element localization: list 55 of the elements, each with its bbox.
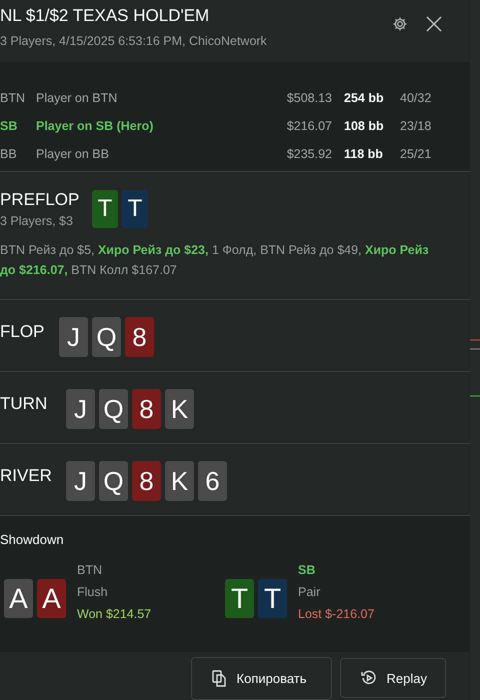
playing-card: J: [66, 389, 95, 429]
copy-button[interactable]: Копировать: [190, 657, 332, 700]
hand-result: Lost $-216.07: [298, 607, 374, 621]
replay-icon: [360, 670, 377, 686]
action-log: BTN Рейз до $5, Хиро Рейз до $23, 1 Фолд, BTN Рейз до $49, Хиро Рейз до $216.07, BTN Колл $167.07: [0, 242, 430, 279]
playing-card: 8: [125, 317, 154, 357]
playing-card: Q: [99, 389, 128, 429]
player-stack: $216.07: [286, 119, 332, 133]
stack-bb: 108 bb: [344, 119, 385, 133]
playing-card: Q: [99, 461, 128, 501]
settings-icon[interactable]: [392, 16, 408, 32]
section-title: Showdown: [0, 532, 65, 547]
player-stack: $508.13: [286, 91, 332, 105]
playing-card: A: [4, 579, 33, 618]
player-position: BB: [0, 147, 18, 161]
playing-card: T: [92, 190, 118, 228]
chart-lines-drawing: [470, 339, 480, 397]
hand-rank: Flush: [77, 585, 109, 599]
hand-info: 3 Players, 4/15/2025 6:53:16 PM, ChicoNetwork: [0, 34, 268, 48]
stack-bb: 118 bb: [344, 147, 384, 161]
street-name: RIVER: [0, 466, 53, 486]
player-position: SB: [0, 119, 18, 133]
playing-card: T: [122, 190, 148, 228]
playing-card: A: [37, 579, 66, 618]
playing-card: K: [165, 461, 194, 501]
street-info: 3 Players, $3: [0, 214, 74, 228]
player-stack: $235.92: [286, 147, 332, 161]
playing-card: K: [165, 389, 194, 429]
playing-card: T: [258, 579, 287, 618]
player-name: Player on BB: [36, 147, 110, 161]
street-name: PREFLOP: [0, 190, 80, 210]
street-name: FLOP: [0, 322, 46, 342]
hand-rank: Pair: [298, 585, 322, 599]
playing-card: J: [66, 461, 95, 501]
player-position: BTN: [77, 563, 103, 577]
hand-result: Won $214.57: [77, 607, 152, 621]
copy-icon: [212, 670, 227, 687]
stack-bb: 254 bb: [344, 91, 385, 105]
player-stats: 23/18: [400, 119, 432, 133]
replay-button[interactable]: Replay: [340, 658, 446, 698]
player-name: Player on SB (Hero): [36, 119, 154, 133]
window-title: NL $1/$2 TEXAS HOLD'EM: [0, 6, 210, 26]
playing-card: T: [225, 579, 254, 618]
playing-card: J: [59, 317, 88, 357]
street-name: TURN: [0, 394, 48, 414]
close-icon[interactable]: [426, 16, 442, 32]
player-position: BTN: [0, 91, 26, 105]
player-position: SB: [298, 563, 316, 577]
player-name: Player on BTN: [36, 91, 118, 105]
playing-card: Q: [92, 317, 121, 357]
playing-card: 8: [132, 461, 161, 501]
playing-card: 6: [198, 461, 227, 501]
playing-card: 8: [132, 389, 161, 429]
player-stats: 25/21: [400, 147, 432, 161]
player-stats: 40/32: [400, 91, 432, 105]
